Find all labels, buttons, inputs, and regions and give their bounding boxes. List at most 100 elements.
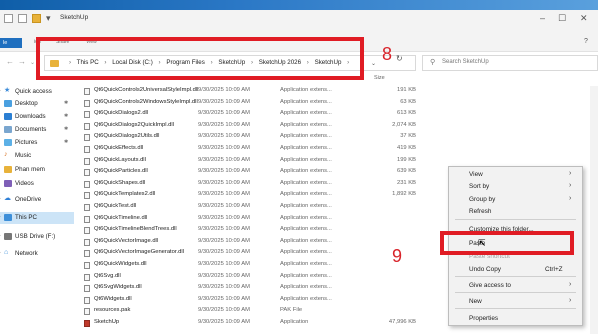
menu-item-properties[interactable]: Properties xyxy=(449,313,582,325)
pin-icon[interactable]: ✱ xyxy=(64,100,68,106)
menu-item-label: Properties xyxy=(469,315,499,322)
usb-drive-icon xyxy=(4,233,12,240)
file-date: 9/30/2025 10:09 AM xyxy=(198,179,250,186)
address-history-dropdown-icon[interactable]: ⌄ xyxy=(371,60,376,67)
file-name: Qt6QuickEffects.dll xyxy=(94,145,144,151)
file-row[interactable]: Qt6QuickDialogs2.dll 9/30/2025 10:09 AM Ap… xyxy=(84,109,514,119)
folder-icon[interactable] xyxy=(4,14,13,23)
sidebar-item-this-pc[interactable]: This PC › xyxy=(0,212,74,224)
sidebar-item-label: Music xyxy=(15,152,32,159)
menu-separator xyxy=(455,292,576,293)
file-row[interactable]: Qt6QuickControls2WindowsStyleImpl.dll 9/3… xyxy=(84,98,514,108)
new-folder-icon[interactable] xyxy=(32,14,41,23)
file-type: Application extens... xyxy=(280,226,332,233)
menu-item-label: Undo Copy xyxy=(469,266,501,273)
menu-item-group-by[interactable]: Group by › xyxy=(449,194,582,206)
star-icon: ★ xyxy=(4,87,11,94)
file-row[interactable]: Qt6QuickLayouts.dll 9/30/2025 10:09 AM App… xyxy=(84,156,514,166)
sidebar-item-phan-mem[interactable]: Phan mem xyxy=(0,164,74,176)
menu-separator xyxy=(455,276,576,277)
file-icon xyxy=(84,262,90,269)
recent-locations-icon[interactable]: ⌄ xyxy=(30,59,35,66)
sidebar-item-documents[interactable]: Documents ✱ xyxy=(0,124,74,136)
file-type: Application extens... xyxy=(280,203,332,209)
expand-chevron-icon[interactable]: › xyxy=(0,196,1,202)
search-icon: ⚲ xyxy=(430,59,436,66)
file-type: Application extens... xyxy=(280,133,332,140)
help-icon[interactable]: ? xyxy=(584,37,588,47)
documents-icon xyxy=(4,126,12,133)
sidebar-item-quick-access[interactable]: ★ Quick access › xyxy=(0,86,74,98)
tab-file[interactable]: le xyxy=(0,38,22,48)
menu-item-sort-by[interactable]: Sort by › xyxy=(449,181,582,193)
sidebar-item-pictures[interactable]: Pictures ✱ xyxy=(0,137,74,149)
quick-access-dropdown-icon[interactable]: ▾ xyxy=(46,13,51,23)
computer-icon xyxy=(4,214,12,221)
sidebar-item-onedrive[interactable]: ☁ OneDrive › xyxy=(0,194,74,206)
menu-item-shortcut: Ctrl+Z xyxy=(545,266,563,273)
pin-icon[interactable]: ✱ xyxy=(64,139,68,145)
menu-item-new[interactable]: New › xyxy=(449,296,582,308)
sidebar-item-music[interactable]: ♪ Music xyxy=(0,150,74,162)
close-icon[interactable]: ✕ xyxy=(580,13,588,23)
file-name: SketchUp xyxy=(94,319,120,325)
file-type: Application extens... xyxy=(280,295,332,302)
menu-item-label: Refresh xyxy=(469,208,492,215)
file-size: 1,892 KB xyxy=(392,191,416,198)
menu-separator xyxy=(455,219,576,220)
file-date: 9/30/2025 10:09 AM xyxy=(198,284,250,291)
file-date: 9/30/2025 10:09 AM xyxy=(198,203,250,209)
file-size: 37 KB xyxy=(400,133,416,140)
file-type: Application extens... xyxy=(280,121,332,128)
menu-item-undo-copy[interactable]: Undo Copy Ctrl+Z xyxy=(449,264,582,276)
sidebar-item-label: Network xyxy=(15,250,38,257)
file-name: Qt6QuickTimelineBlendTrees.dll xyxy=(94,226,177,233)
sidebar-item-label: Documents xyxy=(15,126,47,133)
expand-chevron-icon[interactable]: › xyxy=(0,88,1,94)
maximize-icon[interactable]: ☐ xyxy=(558,13,566,23)
file-name: Qt6QuickWidgets.dll xyxy=(94,261,147,267)
file-type: Application extens... xyxy=(280,272,332,279)
file-date: 9/30/2025 10:09 AM xyxy=(198,168,250,175)
minimize-icon[interactable]: – xyxy=(540,13,545,23)
expand-chevron-icon[interactable]: › xyxy=(0,250,1,256)
pin-icon[interactable]: ✱ xyxy=(64,113,68,119)
file-row[interactable]: Qt6QuickControls2UniversalStyleImpl.dll 9… xyxy=(84,86,514,96)
back-icon[interactable]: ← xyxy=(6,57,14,66)
pin-icon[interactable]: ✱ xyxy=(64,126,68,132)
column-size[interactable]: Size xyxy=(374,75,385,81)
refresh-icon[interactable]: ↻ xyxy=(396,54,403,63)
expand-chevron-icon[interactable]: › xyxy=(0,214,1,220)
file-icon xyxy=(84,134,90,142)
forward-icon[interactable]: → xyxy=(18,57,26,66)
menu-item-refresh[interactable]: Refresh xyxy=(449,206,582,218)
submenu-arrow-icon: › xyxy=(569,281,572,288)
search-input[interactable]: ⚲ Search SketchUp xyxy=(422,55,598,71)
sidebar-item-desktop[interactable]: Desktop ✱ xyxy=(0,98,74,110)
menu-item-give-access-to[interactable]: Give access to › xyxy=(449,280,582,292)
sidebar-item-label: Downloads xyxy=(15,113,46,120)
properties-icon[interactable] xyxy=(18,14,27,23)
expand-chevron-icon[interactable]: › xyxy=(0,233,1,239)
file-row[interactable]: Qt6QuickEffects.dll 9/30/2025 10:09 AM App… xyxy=(84,144,514,154)
sidebar-item-usb-drive-f[interactable]: USB Drive (F:) › xyxy=(0,231,74,243)
file-type: Application extens... xyxy=(280,168,332,175)
file-date: 9/30/2025 10:09 AM xyxy=(198,145,250,151)
file-row[interactable]: Qt6QuickDialogs2QuickImpl.dll 9/30/2025 1… xyxy=(84,121,514,131)
file-explorer-window: ▾ SketchUp – ☐ ✕ le ion Share View ? ← →… xyxy=(0,0,598,334)
file-date: 9/30/2025 10:09 AM xyxy=(198,98,250,105)
network-icon: ⌂ xyxy=(4,249,9,256)
sidebar-item-downloads[interactable]: Downloads ✱ xyxy=(0,111,74,123)
file-name: Qt6QuickShapes.dll xyxy=(94,179,146,186)
sidebar-item-videos[interactable]: Videos xyxy=(0,178,74,190)
sidebar-item-label: Videos xyxy=(15,180,34,187)
file-date: 9/30/2025 10:09 AM xyxy=(198,156,250,163)
file-icon xyxy=(84,215,90,223)
file-name: Qt6QuickControls2UniversalStyleImpl.dll xyxy=(94,87,199,93)
sidebar-item-network[interactable]: ⌂ Network › xyxy=(0,248,74,260)
menu-item-view[interactable]: View › xyxy=(449,169,582,181)
file-row[interactable]: Qt6QuickDialogs2Utils.dll 9/30/2025 10:09… xyxy=(84,132,514,142)
vertical-scrollbar[interactable] xyxy=(590,86,598,334)
file-type: Application extens... xyxy=(280,284,332,291)
file-type: Application extens... xyxy=(280,145,332,151)
